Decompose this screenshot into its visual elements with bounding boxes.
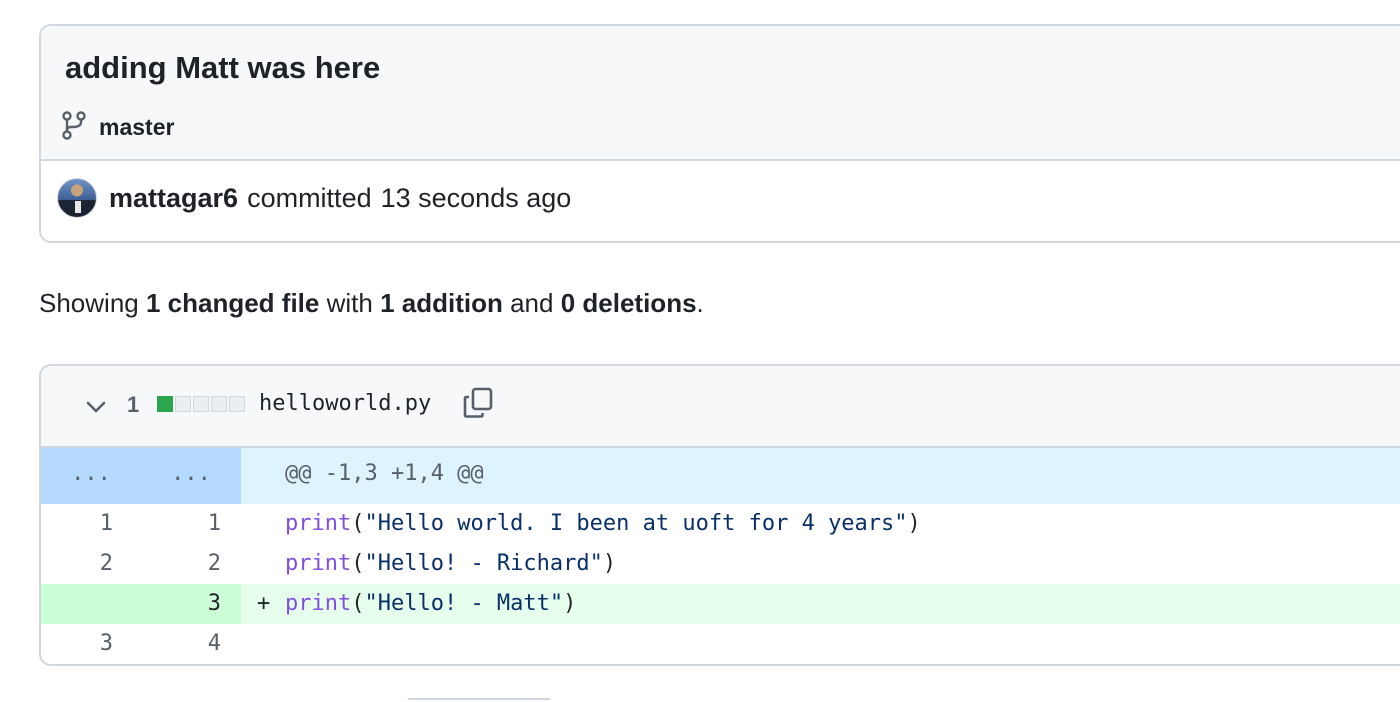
commit-time: 13 seconds ago <box>380 182 572 213</box>
new-line-number[interactable]: 1 <box>141 504 241 544</box>
commit-title: adding Matt was here <box>65 50 381 85</box>
diff-line: 2 2 print("Hello! - Richard") <box>41 544 1400 584</box>
summary-prefix: Showing <box>39 288 139 318</box>
old-line-number[interactable]: 1 <box>41 504 141 544</box>
diff-line: 1 1 print("Hello world. I been at uoft f… <box>41 504 1400 544</box>
code-paren-open: ( <box>351 551 365 576</box>
code-function: print <box>285 511 352 536</box>
diffstat-block-neutral <box>211 396 227 412</box>
old-line-number[interactable]: 3 <box>41 624 141 664</box>
diff-table: ... ... @@ -1,3 +1,4 @@ 1 1 print("Hello… <box>41 448 1400 664</box>
code-paren-close: ) <box>563 591 577 616</box>
divider <box>408 698 550 702</box>
commit-header-box: adding Matt was here master mattagar6 co… <box>39 24 1400 243</box>
file-header: 1 helloworld.py <box>41 366 1400 448</box>
branch-indicator[interactable]: master <box>61 110 174 145</box>
code-paren-close: ) <box>602 551 617 576</box>
code-string: "Hello! - Matt" <box>364 591 564 616</box>
file-name-link[interactable]: helloworld.py <box>259 391 431 416</box>
summary-deletions: 0 deletions <box>560 288 697 318</box>
new-line-number[interactable]: 4 <box>141 624 241 664</box>
commit-head: adding Matt was here master <box>41 26 1400 161</box>
file-change-count: 1 <box>127 392 140 417</box>
code-string: "Hello world. I been at uoft for 4 years… <box>364 511 908 536</box>
file-diff: 1 helloworld.py ... ... @@ -1,3 +1,4 @@ … <box>39 364 1400 666</box>
author-link[interactable]: mattagar6 <box>109 183 238 214</box>
old-line-number[interactable]: 2 <box>41 544 141 584</box>
git-branch-icon <box>61 110 87 145</box>
summary-and: and <box>510 288 554 318</box>
diffstat-block-neutral <box>175 396 191 412</box>
commit-action: committed <box>247 182 372 213</box>
code-string: "Hello! - Richard" <box>364 551 603 576</box>
old-line-number[interactable] <box>41 584 141 624</box>
diff-line: 3 4 <box>41 624 1400 664</box>
code-line: print("Hello! - Richard") <box>241 544 1400 584</box>
code-function: print <box>285 591 352 616</box>
diffstat-block-neutral <box>193 396 209 412</box>
summary-suffix: . <box>696 288 704 318</box>
hunk-header: @@ -1,3 +1,4 @@ <box>241 448 1400 504</box>
code-paren-open: ( <box>351 591 365 616</box>
branch-name[interactable]: master <box>99 114 174 141</box>
summary-files-changed: 1 changed file <box>145 288 320 318</box>
commit-meta: mattagar6 committed 13 seconds ago <box>57 178 571 218</box>
code-line: print("Hello world. I been at uoft for 4… <box>241 504 1400 544</box>
code-paren-close: ) <box>907 511 921 536</box>
diff-line-added: 3 + print("Hello! - Matt") <box>41 584 1400 624</box>
new-line-number[interactable]: 2 <box>141 544 241 584</box>
diffstat-bar <box>157 396 245 412</box>
diffstat-block-added <box>157 396 173 412</box>
summary-additions: 1 addition <box>380 288 503 318</box>
code-paren-open: ( <box>351 511 365 536</box>
avatar[interactable] <box>57 178 97 218</box>
diff-summary: Showing 1 changed file with 1 addition a… <box>39 288 704 319</box>
chevron-down-icon[interactable] <box>83 394 109 420</box>
code-function: print <box>285 551 352 576</box>
copy-icon[interactable] <box>461 386 495 420</box>
diffstat-block-neutral <box>229 396 245 412</box>
code-line: + print("Hello! - Matt") <box>241 584 1400 624</box>
hunk-row: ... ... @@ -1,3 +1,4 @@ <box>41 448 1400 504</box>
summary-with: with <box>326 288 373 318</box>
hunk-expand-new[interactable]: ... <box>141 448 241 504</box>
new-line-number[interactable]: 3 <box>141 584 241 624</box>
hunk-expand-old[interactable]: ... <box>41 448 141 504</box>
diff-marker: + <box>257 591 271 616</box>
